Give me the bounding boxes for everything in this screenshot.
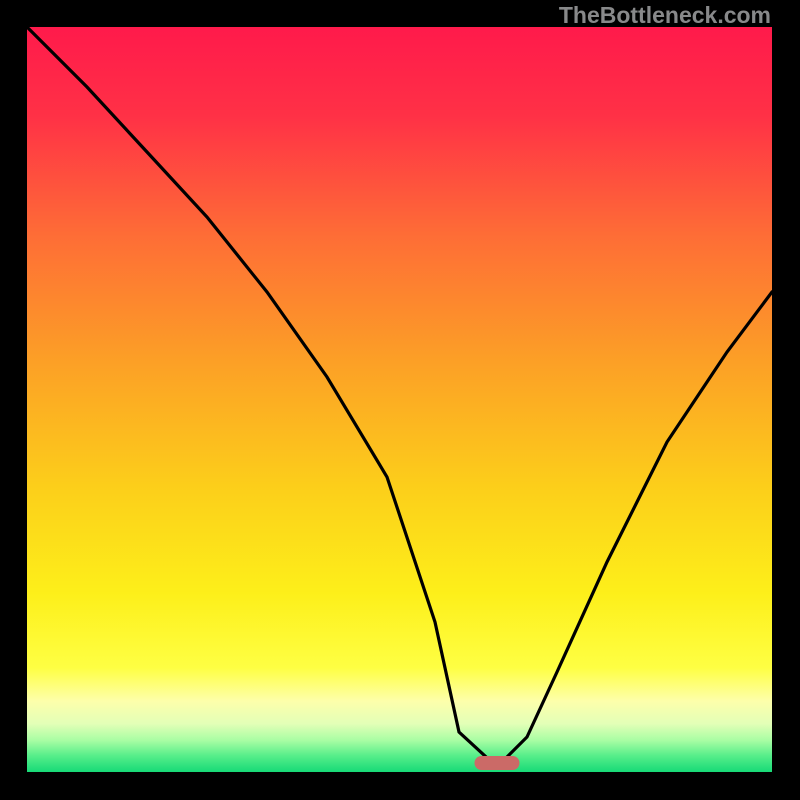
watermark-text: TheBottleneck.com xyxy=(559,2,771,29)
plot-area xyxy=(27,27,772,772)
bottleneck-curve xyxy=(27,27,772,772)
chart-frame: TheBottleneck.com xyxy=(0,0,800,800)
optimal-marker xyxy=(475,756,520,770)
